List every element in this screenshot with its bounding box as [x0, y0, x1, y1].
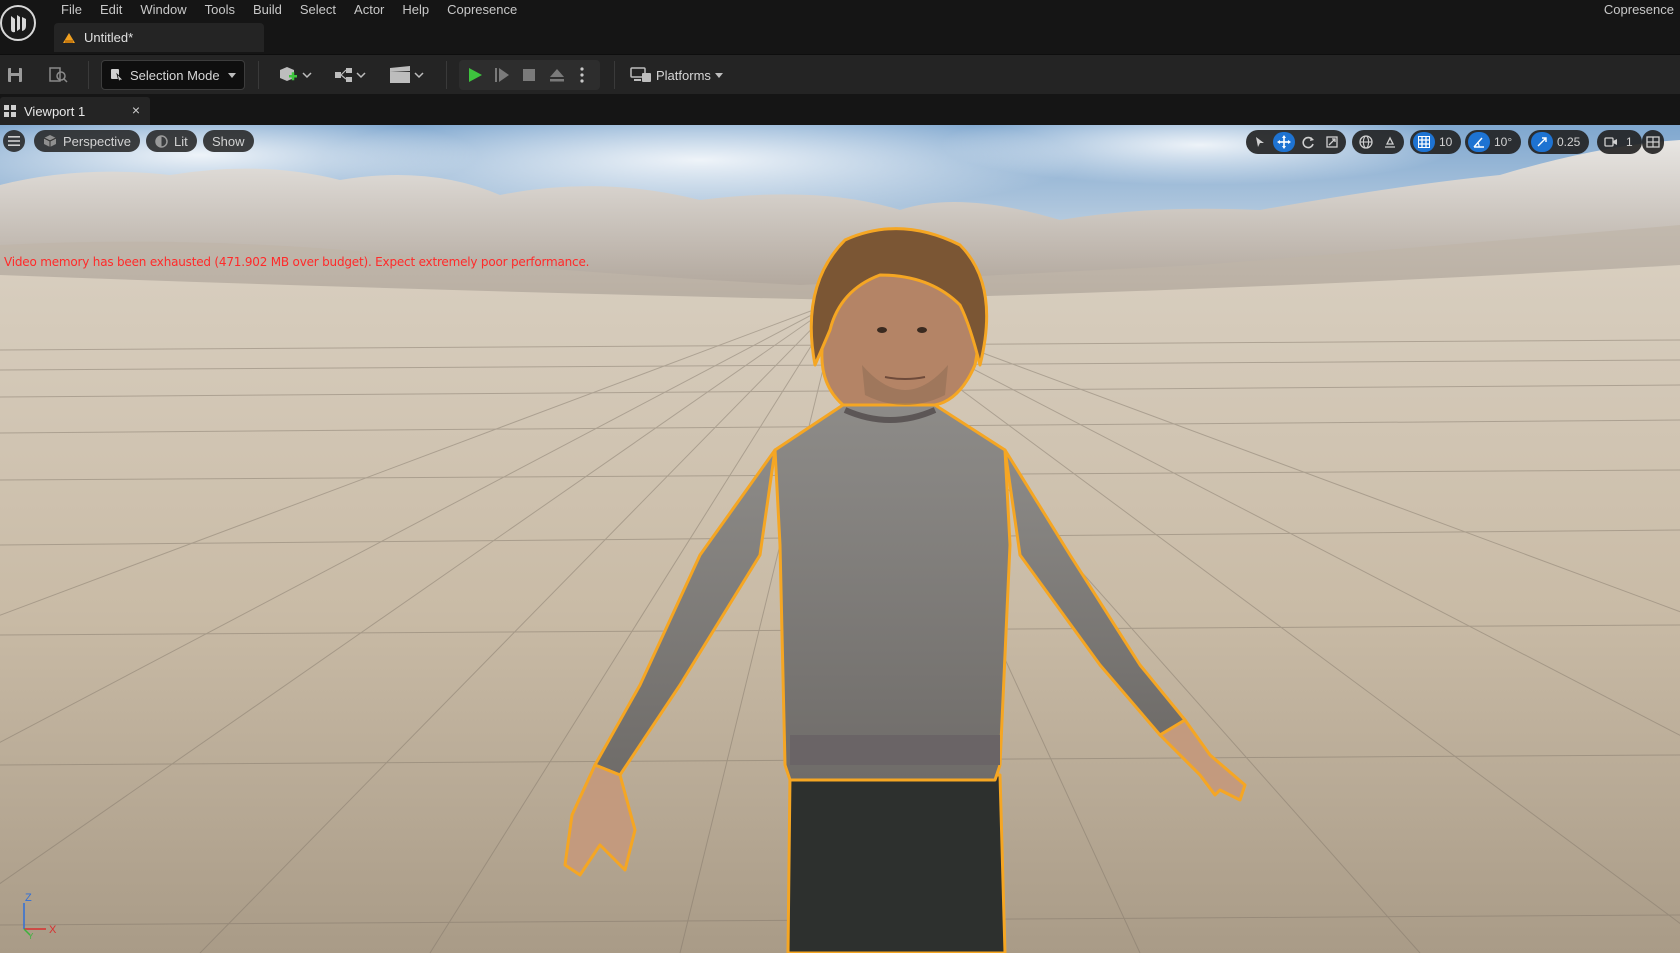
lit-label: Lit — [174, 133, 188, 149]
main-toolbar: Selection Mode Platforms — [0, 54, 1680, 94]
eject-icon[interactable] — [545, 63, 569, 87]
selection-mode-label: Selection Mode — [130, 67, 220, 83]
viewport-options-button[interactable] — [3, 130, 25, 152]
rotation-snap-value[interactable]: 10° — [1492, 135, 1518, 149]
translate-tool-icon[interactable] — [1273, 132, 1295, 152]
menu-file[interactable]: File — [52, 0, 91, 20]
cursor-icon — [111, 69, 124, 82]
x-axis-label: X — [49, 924, 57, 936]
menu-copresence[interactable]: Copresence — [438, 0, 526, 20]
advance-frame-icon[interactable] — [490, 63, 514, 87]
transform-tools — [1246, 130, 1346, 154]
menu-select[interactable]: Select — [291, 0, 345, 20]
menu-tools[interactable]: Tools — [196, 0, 244, 20]
grid-snap-group: 10 — [1410, 130, 1462, 154]
stop-icon[interactable] — [517, 63, 541, 87]
document-title: Untitled* — [84, 30, 134, 45]
camera-speed-icon[interactable] — [1600, 132, 1622, 152]
camera-speed-value[interactable]: 1 — [1624, 135, 1639, 149]
viewport-tab-title: Viewport 1 — [24, 103, 86, 119]
viewport-layout-icon[interactable] — [1642, 132, 1664, 152]
grid-snap-value[interactable]: 10 — [1437, 135, 1458, 149]
show-button[interactable]: Show — [203, 130, 254, 152]
title-bar: File Edit Window Tools Build Select Acto… — [0, 0, 1680, 54]
cinematics-icon[interactable] — [386, 63, 428, 87]
blueprint-icon[interactable] — [330, 63, 370, 87]
rotation-snap-icon[interactable] — [1468, 132, 1490, 152]
viewport-tab-strip: Viewport 1 × — [0, 95, 1680, 125]
rotation-snap-group: 10° — [1465, 130, 1522, 154]
show-label: Show — [212, 133, 245, 149]
coord-system — [1352, 130, 1404, 154]
select-tool-icon[interactable] — [1249, 132, 1271, 152]
rotate-tool-icon[interactable] — [1297, 132, 1319, 152]
perspective-label: Perspective — [63, 133, 131, 149]
platforms-dropdown[interactable]: Platforms — [630, 60, 723, 90]
chevron-down-icon — [227, 72, 236, 78]
unreal-engine-logo[interactable] — [0, 4, 40, 44]
viewport-icon — [4, 105, 16, 117]
cube-icon — [43, 135, 57, 147]
lit-button[interactable]: Lit — [146, 130, 197, 152]
scale-snap-icon[interactable] — [1531, 132, 1553, 152]
platforms-label: Platforms — [656, 67, 711, 83]
save-icon[interactable] — [3, 63, 27, 87]
more-options-icon[interactable] — [570, 63, 594, 87]
menu-build[interactable]: Build — [244, 0, 291, 20]
platforms-icon — [630, 67, 651, 82]
scale-snap-value[interactable]: 0.25 — [1555, 135, 1586, 149]
menu-window[interactable]: Window — [131, 0, 195, 20]
play-controls — [459, 60, 600, 90]
world-space-icon[interactable] — [1355, 132, 1377, 152]
document-tab[interactable]: Untitled* — [54, 23, 264, 52]
perspective-button[interactable]: Perspective — [34, 130, 140, 152]
separator — [446, 61, 447, 89]
grid-snap-icon[interactable] — [1413, 132, 1435, 152]
play-icon[interactable] — [463, 63, 487, 87]
app-name: Copresence — [1603, 2, 1674, 17]
surface-snap-icon[interactable] — [1379, 132, 1401, 152]
layout-group — [1642, 130, 1664, 154]
viewport-scene — [0, 125, 1680, 953]
lit-icon — [155, 134, 168, 148]
level-viewport[interactable]: Perspective Lit Show 10 10° 0.25 1 Video… — [0, 125, 1680, 953]
selection-mode-dropdown[interactable]: Selection Mode — [101, 60, 245, 90]
camera-speed-group: 1 — [1597, 130, 1642, 154]
memory-warning: Video memory has been exhausted (471.902… — [4, 255, 590, 269]
y-axis-label: Y — [28, 932, 34, 939]
browse-icon[interactable] — [46, 63, 70, 87]
main-menu: File Edit Window Tools Build Select Acto… — [52, 0, 526, 20]
separator — [614, 61, 615, 89]
menu-actor[interactable]: Actor — [345, 0, 393, 20]
tab-viewport-1[interactable]: Viewport 1 × — [0, 97, 150, 125]
menu-icon — [8, 136, 20, 146]
scale-snap-group: 0.25 — [1528, 130, 1590, 154]
level-icon — [63, 32, 75, 43]
z-axis-label: Z — [25, 892, 32, 904]
scale-tool-icon[interactable] — [1321, 132, 1343, 152]
close-icon[interactable]: × — [132, 102, 140, 118]
menu-help[interactable]: Help — [393, 0, 438, 20]
axis-gizmo: Z X Y — [23, 892, 57, 939]
menu-edit[interactable]: Edit — [91, 0, 131, 20]
separator — [258, 61, 259, 89]
chevron-down-icon — [714, 72, 723, 78]
separator — [88, 61, 89, 89]
add-actor-icon[interactable] — [274, 63, 314, 87]
